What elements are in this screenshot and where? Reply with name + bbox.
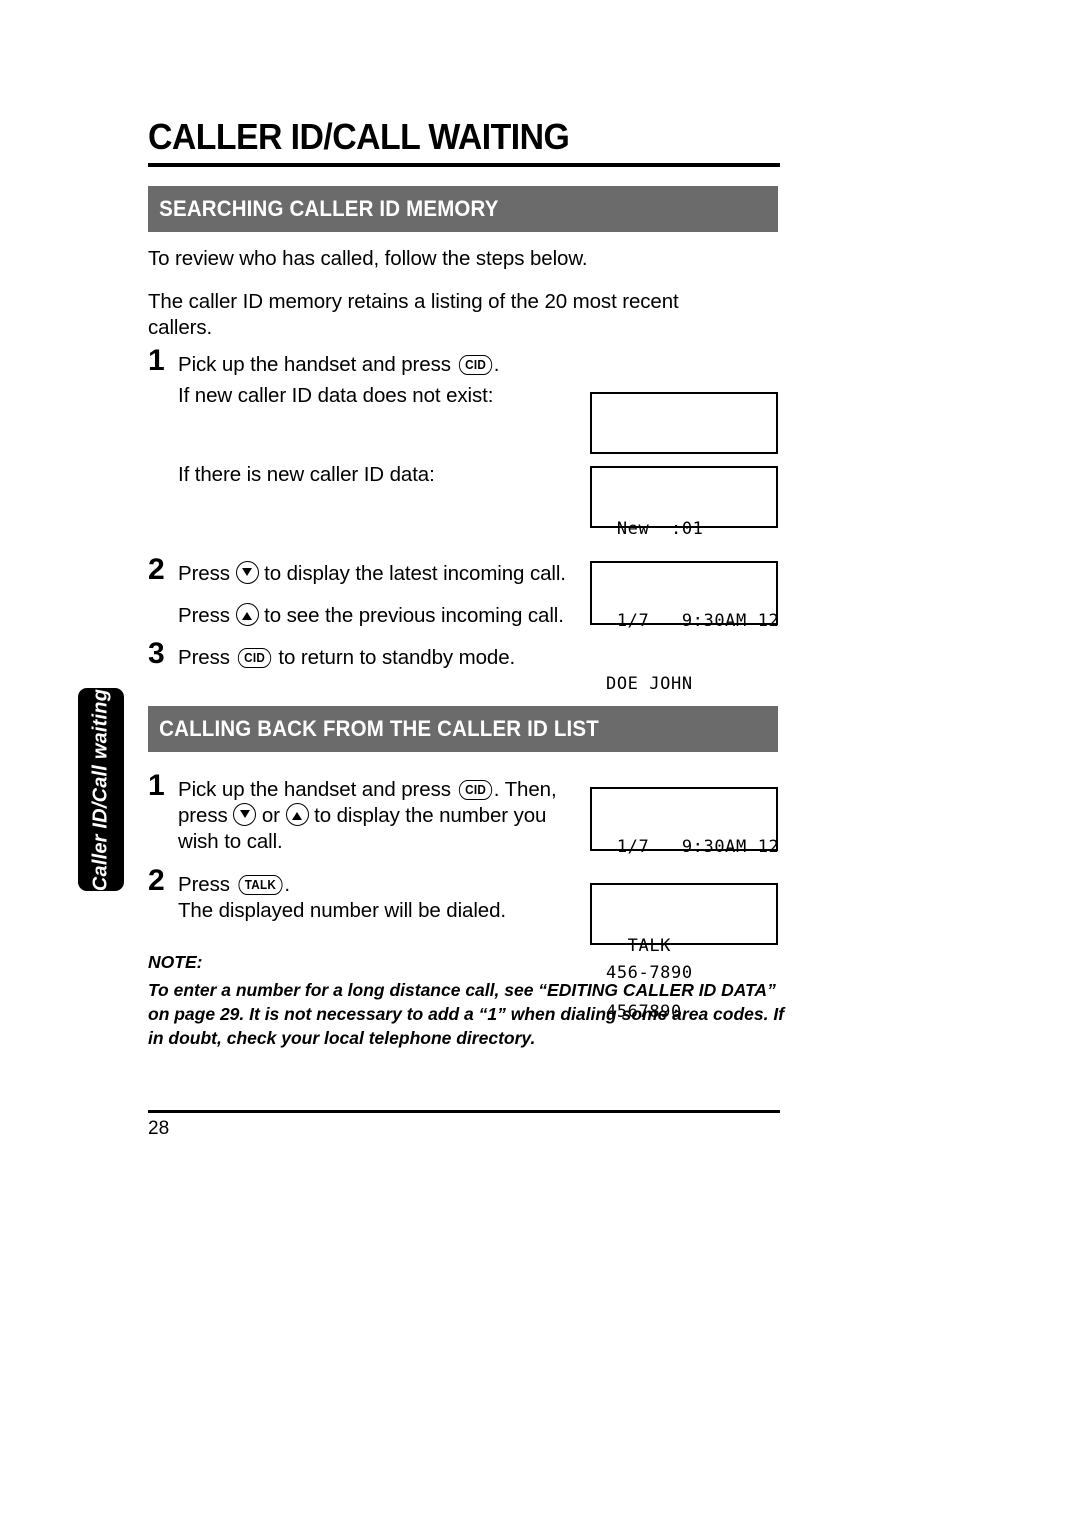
display-caller-doe: 1/7 9:30AM 12 DOE JOHN 555-2563 <box>590 561 779 757</box>
step-2-searching: 2 Press to display the latest incoming c… <box>148 555 578 587</box>
note-label: NOTE: <box>148 952 203 972</box>
step-text-before: Press <box>178 562 230 585</box>
step-text-after: . Then, <box>493 778 557 801</box>
arrow-down-button-icon <box>233 803 257 826</box>
step-text-before: Press <box>178 604 230 627</box>
step-text-before: Press <box>178 646 230 669</box>
step-text-after: to return to standby mode. <box>278 646 516 669</box>
step-number: 3 <box>148 637 165 670</box>
section-header-calling-back: CALLING BACK FROM THE CALLER ID LIST <box>148 706 778 752</box>
step-line2-after: to display the number you <box>314 804 547 827</box>
page-number: 28 <box>148 1118 170 1139</box>
step-text-after: to display the latest incoming call. <box>264 562 566 585</box>
step-number: 2 <box>148 864 165 897</box>
step-line2-before: press <box>178 804 228 827</box>
step-second-line: The displayed number will be dialed. <box>178 899 507 922</box>
step-3-searching: 3 Press CID to return to standby mode. <box>148 639 608 671</box>
step-number: 1 <box>148 344 165 377</box>
lcd-line: DOE JOHN <box>606 674 693 694</box>
step-text: Pick up the handset and press CID. Then,… <box>178 777 557 855</box>
lcd-line: TALK <box>606 936 672 956</box>
step-1-calling-back: 1 Pick up the handset and press CID. The… <box>148 771 578 855</box>
footer-divider <box>148 1110 780 1113</box>
title-divider <box>148 163 780 167</box>
step-1-substep-new-data: If there is new caller ID data: <box>178 463 435 486</box>
step-text: Press to display the latest incoming cal… <box>178 561 566 587</box>
cid-key-icon: CID <box>237 647 271 668</box>
step-number: 1 <box>148 769 165 802</box>
step-line2-mid: or <box>261 804 280 827</box>
step-2-calling-back: 2 Press TALK. The displayed number will … <box>148 866 578 924</box>
section-header-searching: SEARCHING CALLER ID MEMORY <box>148 186 778 232</box>
lcd-line: New :01 <box>606 519 704 539</box>
step-text-after: . <box>493 353 500 376</box>
step-text: Press CID to return to standby mode. <box>178 645 515 671</box>
cid-key-icon: CID <box>458 779 492 800</box>
note-body: To enter a number for a long distance ca… <box>148 980 785 1048</box>
lcd-line: 1/7 9:30AM 12 <box>606 611 780 631</box>
step-line3: wish to call. <box>178 830 283 853</box>
section-header-label: CALLING BACK FROM THE CALLER ID LIST <box>159 716 599 741</box>
display-talk: TALK 4567890 <box>590 883 778 1022</box>
memory-capacity-paragraph: The caller ID memory retains a listing o… <box>148 290 679 339</box>
step-text: Pick up the handset and press CID. <box>178 352 499 378</box>
arrow-down-button-icon <box>235 561 259 584</box>
step-text-after: to see the previous incoming call. <box>264 604 564 627</box>
section-header-label: SEARCHING CALLER ID MEMORY <box>159 196 499 221</box>
step-text-before: Press <box>178 873 230 896</box>
arrow-up-button-icon <box>285 803 309 826</box>
step-text-before: Pick up the handset and press <box>178 778 451 801</box>
step-text-after: . <box>284 873 291 896</box>
cid-key-icon: CID <box>458 354 492 375</box>
display-caller-smith: 1/7 9:30AM 12 SMITH JOHN 456-7890 <box>590 787 779 983</box>
page-title: CALLER ID/CALL WAITING <box>148 116 570 157</box>
step-2-second-line: Press to see the previous incoming call. <box>178 603 564 629</box>
step-text-before: Pick up the handset and press <box>178 353 451 376</box>
step-text: Press TALK. The displayed number will be… <box>178 872 506 924</box>
arrow-up-button-icon <box>235 603 259 626</box>
display-total-only: Total:02 <box>590 392 778 509</box>
step-number: 2 <box>148 553 165 586</box>
step-1-substep-no-data: If new caller ID data does not exist: <box>178 384 494 407</box>
side-tab-label: Caller ID/Call waiting <box>89 688 112 891</box>
manual-page: Caller ID/Call waiting CALLER ID/CALL WA… <box>0 0 1080 1528</box>
intro-paragraph: To review who has called, follow the ste… <box>148 247 588 270</box>
side-tab: Caller ID/Call waiting <box>78 688 124 891</box>
talk-key-icon: TALK <box>237 874 282 895</box>
lcd-line: 1/7 9:30AM 12 <box>606 837 780 857</box>
display-new-total: New :01 Total:02 <box>590 466 778 605</box>
step-1-searching: 1 Pick up the handset and press CID. <box>148 346 618 378</box>
